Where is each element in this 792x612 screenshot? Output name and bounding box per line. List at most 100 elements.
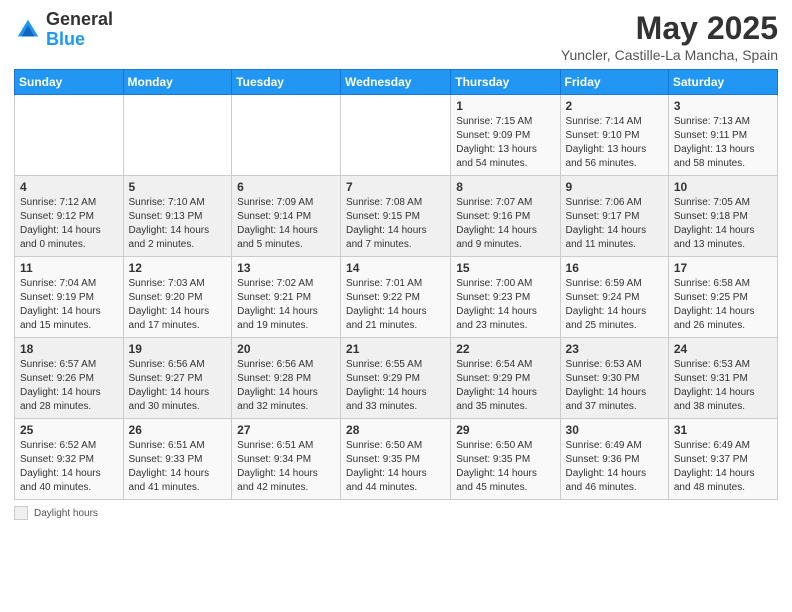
day-number: 10 bbox=[674, 180, 772, 194]
day-number: 26 bbox=[129, 423, 227, 437]
day-number: 24 bbox=[674, 342, 772, 356]
day-number: 28 bbox=[346, 423, 445, 437]
calendar-cell: 27Sunrise: 6:51 AMSunset: 9:34 PMDayligh… bbox=[232, 419, 341, 500]
calendar-cell: 14Sunrise: 7:01 AMSunset: 9:22 PMDayligh… bbox=[341, 257, 451, 338]
calendar-table: SundayMondayTuesdayWednesdayThursdayFrid… bbox=[14, 69, 778, 500]
day-info: Sunrise: 7:13 AMSunset: 9:11 PMDaylight:… bbox=[674, 115, 772, 171]
calendar-cell bbox=[123, 95, 232, 176]
day-info: Sunrise: 6:54 AMSunset: 9:29 PMDaylight:… bbox=[456, 358, 554, 414]
calendar-cell: 22 Sunrise: 6:54 AMSunset: 9:29 PMDayligh… bbox=[451, 338, 560, 419]
footer: Daylight hours bbox=[14, 506, 778, 520]
calendar-cell: 6Sunrise: 7:09 AMSunset: 9:14 PMDaylight… bbox=[232, 176, 341, 257]
day-info: Sunrise: 6:55 AMSunset: 9:29 PMDaylight:… bbox=[346, 358, 445, 414]
day-info: Sunrise: 6:56 AMSunset: 9:27 PMDaylight:… bbox=[129, 358, 227, 414]
daylight-box-icon bbox=[14, 506, 28, 520]
day-number: 15 bbox=[456, 261, 554, 275]
day-number: 3 bbox=[674, 99, 772, 113]
calendar-cell: 20Sunrise: 6:56 AMSunset: 9:28 PMDayligh… bbox=[232, 338, 341, 419]
calendar-cell bbox=[341, 95, 451, 176]
daylight-label: Daylight hours bbox=[34, 508, 98, 519]
day-number: 16 bbox=[566, 261, 663, 275]
calendar-cell: 3 Sunrise: 7:13 AMSunset: 9:11 PMDaylight… bbox=[668, 95, 777, 176]
main-title: May 2025 bbox=[561, 10, 778, 47]
day-number: 4 bbox=[20, 180, 118, 194]
day-number: 20 bbox=[237, 342, 335, 356]
logo-text: General Blue bbox=[46, 10, 113, 50]
calendar-cell: 17 Sunrise: 6:58 AMSunset: 9:25 PMDayligh… bbox=[668, 257, 777, 338]
column-header-sunday: Sunday bbox=[15, 70, 124, 95]
day-info: Sunrise: 7:03 AMSunset: 9:20 PMDaylight:… bbox=[129, 277, 227, 333]
column-header-tuesday: Tuesday bbox=[232, 70, 341, 95]
day-info: Sunrise: 7:04 AMSunset: 9:19 PMDaylight:… bbox=[20, 277, 118, 333]
day-info: Sunrise: 7:15 AMSunset: 9:09 PMDaylight:… bbox=[456, 115, 554, 171]
logo-icon bbox=[14, 16, 42, 44]
calendar-cell: 2 Sunrise: 7:14 AMSunset: 9:10 PMDaylight… bbox=[560, 95, 668, 176]
day-number: 22 bbox=[456, 342, 554, 356]
day-info: Sunrise: 7:14 AMSunset: 9:10 PMDaylight:… bbox=[566, 115, 663, 171]
day-number: 12 bbox=[129, 261, 227, 275]
calendar-week-4: 18 Sunrise: 6:57 AMSunset: 9:26 PMDayligh… bbox=[15, 338, 778, 419]
calendar-cell: 13Sunrise: 7:02 AMSunset: 9:21 PMDayligh… bbox=[232, 257, 341, 338]
calendar-week-1: 1Sunrise: 7:15 AMSunset: 9:09 PMDaylight… bbox=[15, 95, 778, 176]
day-info: Sunrise: 7:10 AMSunset: 9:13 PMDaylight:… bbox=[129, 196, 227, 252]
day-info: Sunrise: 7:05 AMSunset: 9:18 PMDaylight:… bbox=[674, 196, 772, 252]
day-info: Sunrise: 7:07 AMSunset: 9:16 PMDaylight:… bbox=[456, 196, 554, 252]
calendar-cell: 10 Sunrise: 7:05 AMSunset: 9:18 PMDayligh… bbox=[668, 176, 777, 257]
calendar-cell: 19Sunrise: 6:56 AMSunset: 9:27 PMDayligh… bbox=[123, 338, 232, 419]
day-number: 17 bbox=[674, 261, 772, 275]
day-info: Sunrise: 6:50 AMSunset: 9:35 PMDaylight:… bbox=[456, 439, 554, 495]
calendar-cell: 16 Sunrise: 6:59 AMSunset: 9:24 PMDayligh… bbox=[560, 257, 668, 338]
day-number: 29 bbox=[456, 423, 554, 437]
calendar-cell: 31 Sunrise: 6:49 AMSunset: 9:37 PMDayligh… bbox=[668, 419, 777, 500]
calendar-cell: 11 Sunrise: 7:04 AMSunset: 9:19 PMDayligh… bbox=[15, 257, 124, 338]
day-info: Sunrise: 7:01 AMSunset: 9:22 PMDaylight:… bbox=[346, 277, 445, 333]
day-number: 23 bbox=[566, 342, 663, 356]
calendar-week-2: 4Sunrise: 7:12 AMSunset: 9:12 PMDaylight… bbox=[15, 176, 778, 257]
day-info: Sunrise: 7:08 AMSunset: 9:15 PMDaylight:… bbox=[346, 196, 445, 252]
column-header-wednesday: Wednesday bbox=[341, 70, 451, 95]
calendar-week-3: 11 Sunrise: 7:04 AMSunset: 9:19 PMDayligh… bbox=[15, 257, 778, 338]
day-number: 7 bbox=[346, 180, 445, 194]
column-header-friday: Friday bbox=[560, 70, 668, 95]
day-info: Sunrise: 7:06 AMSunset: 9:17 PMDaylight:… bbox=[566, 196, 663, 252]
calendar-cell: 4Sunrise: 7:12 AMSunset: 9:12 PMDaylight… bbox=[15, 176, 124, 257]
logo-general: General bbox=[46, 10, 113, 30]
subtitle: Yuncler, Castille-La Mancha, Spain bbox=[561, 47, 778, 63]
calendar-cell bbox=[232, 95, 341, 176]
calendar-cell: 9 Sunrise: 7:06 AMSunset: 9:17 PMDaylight… bbox=[560, 176, 668, 257]
day-number: 8 bbox=[456, 180, 554, 194]
header: General Blue May 2025 Yuncler, Castille-… bbox=[14, 10, 778, 63]
calendar-cell: 5 Sunrise: 7:10 AMSunset: 9:13 PMDaylight… bbox=[123, 176, 232, 257]
day-info: Sunrise: 6:49 AMSunset: 9:37 PMDaylight:… bbox=[674, 439, 772, 495]
calendar-cell: 25Sunrise: 6:52 AMSunset: 9:32 PMDayligh… bbox=[15, 419, 124, 500]
day-info: Sunrise: 6:57 AMSunset: 9:26 PMDaylight:… bbox=[20, 358, 118, 414]
calendar-cell: 1Sunrise: 7:15 AMSunset: 9:09 PMDaylight… bbox=[451, 95, 560, 176]
calendar-cell: 12 Sunrise: 7:03 AMSunset: 9:20 PMDayligh… bbox=[123, 257, 232, 338]
day-number: 9 bbox=[566, 180, 663, 194]
logo-blue: Blue bbox=[46, 30, 113, 50]
day-number: 11 bbox=[20, 261, 118, 275]
title-block: May 2025 Yuncler, Castille-La Mancha, Sp… bbox=[561, 10, 778, 63]
calendar-header-row: SundayMondayTuesdayWednesdayThursdayFrid… bbox=[15, 70, 778, 95]
calendar-cell: 7 Sunrise: 7:08 AMSunset: 9:15 PMDaylight… bbox=[341, 176, 451, 257]
day-number: 2 bbox=[566, 99, 663, 113]
day-info: Sunrise: 6:53 AMSunset: 9:30 PMDaylight:… bbox=[566, 358, 663, 414]
day-info: Sunrise: 6:49 AMSunset: 9:36 PMDaylight:… bbox=[566, 439, 663, 495]
day-info: Sunrise: 6:59 AMSunset: 9:24 PMDaylight:… bbox=[566, 277, 663, 333]
day-number: 5 bbox=[129, 180, 227, 194]
day-number: 27 bbox=[237, 423, 335, 437]
calendar-week-5: 25Sunrise: 6:52 AMSunset: 9:32 PMDayligh… bbox=[15, 419, 778, 500]
day-number: 21 bbox=[346, 342, 445, 356]
calendar-cell: 28 Sunrise: 6:50 AMSunset: 9:35 PMDayligh… bbox=[341, 419, 451, 500]
calendar-cell: 18 Sunrise: 6:57 AMSunset: 9:26 PMDayligh… bbox=[15, 338, 124, 419]
calendar-cell: 8 Sunrise: 7:07 AMSunset: 9:16 PMDaylight… bbox=[451, 176, 560, 257]
day-info: Sunrise: 6:50 AMSunset: 9:35 PMDaylight:… bbox=[346, 439, 445, 495]
page: General Blue May 2025 Yuncler, Castille-… bbox=[0, 0, 792, 612]
day-info: Sunrise: 6:58 AMSunset: 9:25 PMDaylight:… bbox=[674, 277, 772, 333]
calendar-cell: 23 Sunrise: 6:53 AMSunset: 9:30 PMDayligh… bbox=[560, 338, 668, 419]
calendar-cell: 26Sunrise: 6:51 AMSunset: 9:33 PMDayligh… bbox=[123, 419, 232, 500]
day-info: Sunrise: 6:52 AMSunset: 9:32 PMDaylight:… bbox=[20, 439, 118, 495]
day-number: 18 bbox=[20, 342, 118, 356]
calendar-cell: 30Sunrise: 6:49 AMSunset: 9:36 PMDayligh… bbox=[560, 419, 668, 500]
day-number: 31 bbox=[674, 423, 772, 437]
